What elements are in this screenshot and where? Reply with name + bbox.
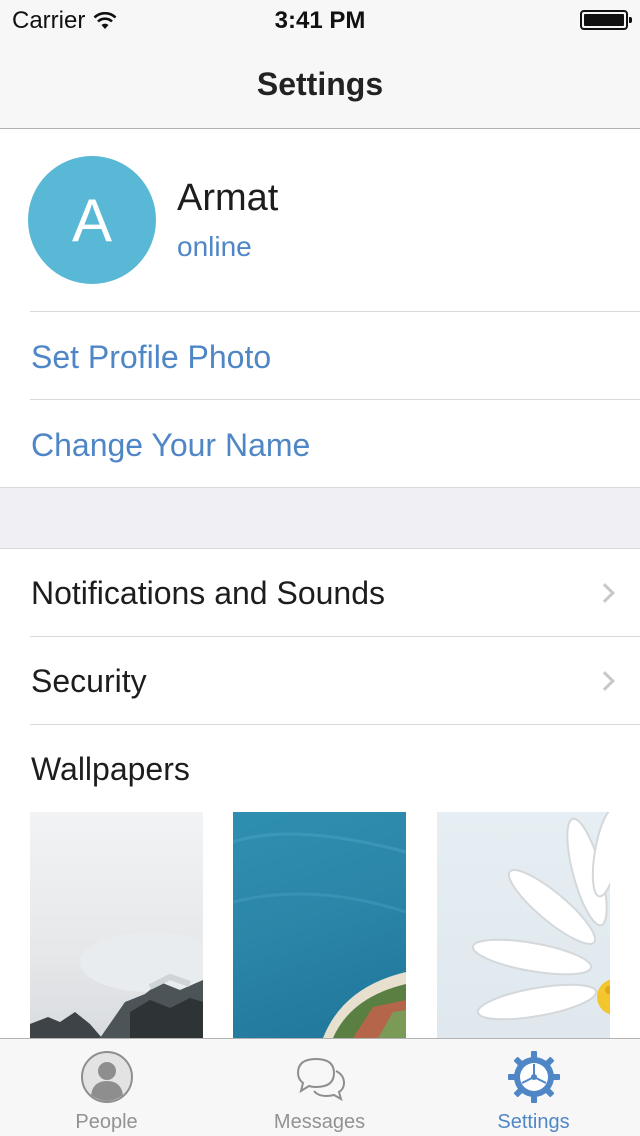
tab-messages[interactable]: Messages [213,1039,426,1136]
tab-settings-label: Settings [497,1111,570,1133]
chevron-right-icon [595,583,615,603]
wallpapers-section: Wallpapers [0,724,640,812]
avatar[interactable]: A [28,156,156,284]
wallpaper-thumbnail-flower[interactable] [437,812,610,1038]
person-icon [80,1051,133,1103]
notifications-label: Notifications and Sounds [31,575,385,611]
row-separator [30,399,640,400]
avatar-letter: A [71,186,113,254]
row-separator [30,311,640,312]
gear-icon [507,1051,560,1103]
tab-bar: People Messages Settings [0,1038,640,1136]
profile-name: Armat [177,177,279,219]
set-profile-photo-label: Set Profile Photo [31,339,272,375]
wallpaper-thumbnail-mountain[interactable] [30,812,203,1038]
wallpapers-title: Wallpapers [31,751,190,787]
flower-image [471,812,610,1021]
status-time: 3:41 PM [274,7,366,34]
security-row[interactable]: Security [0,636,640,724]
profile-header: A Armat online [0,129,640,311]
status-bar: Carrier 3:41 PM [0,0,640,40]
battery-icon [580,10,632,30]
security-label: Security [31,663,147,699]
ocean-image [233,832,406,1038]
chevron-right-icon [595,671,615,691]
change-name-label: Change Your Name [31,427,311,463]
row-separator [30,724,640,725]
wallpaper-thumbnail-ocean[interactable] [233,812,406,1038]
page-title: Settings [256,66,384,102]
set-profile-photo-button[interactable]: Set Profile Photo [0,311,640,399]
navigation-bar: Settings [0,40,640,129]
change-name-button[interactable]: Change Your Name [0,399,640,487]
tab-people-label: People [75,1111,138,1133]
notifications-and-sounds-row[interactable]: Notifications and Sounds [0,549,640,636]
section-divider [0,487,640,549]
profile-status: online [177,231,252,262]
row-separator [30,636,640,637]
mountain-image [30,932,203,1038]
chat-bubbles-icon [296,1057,345,1102]
tab-messages-label: Messages [273,1111,366,1133]
tab-people[interactable]: People [0,1039,213,1136]
tab-settings[interactable]: Settings [427,1039,640,1136]
